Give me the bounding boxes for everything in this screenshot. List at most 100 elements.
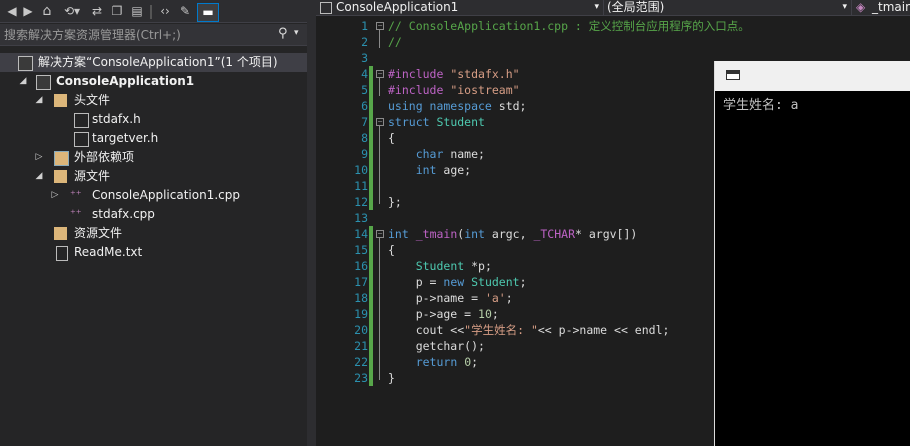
console-output-text: 学生姓名: a <box>723 98 799 113</box>
line-number: 3 <box>361 51 368 65</box>
tree-item-solution[interactable]: 解决方案“ConsoleApplication1”(1 个项目) <box>0 53 307 72</box>
line-number: 12 <box>354 195 368 209</box>
header-file-icon <box>74 132 89 147</box>
code-line-20: cout <<"学生姓名: "<< p->name << endl; <box>388 323 670 337</box>
cpp-project-icon <box>320 2 332 14</box>
code-line-6: using namespace std; <box>388 99 527 113</box>
line-number: 21 <box>354 339 368 353</box>
code-line-16: Student *p; <box>415 259 492 273</box>
collapse-region-icon[interactable]: − <box>376 230 384 238</box>
tree-item-stdafx-cpp[interactable]: ⁺⁺ stdafx.cpp <box>0 205 307 224</box>
fold-guide-line <box>379 30 380 48</box>
project-dropdown-value: ConsoleApplication1 <box>336 0 459 14</box>
change-indicator-bar <box>369 226 373 386</box>
code-line-22: return 0; <box>415 355 479 369</box>
expanded-arrow-icon[interactable]: ◢ <box>34 91 44 110</box>
home-icon[interactable]: ⌂ <box>38 3 56 20</box>
pending-changes-icon[interactable]: ⟲▾ <box>60 3 84 20</box>
function-icon: ◈ <box>856 0 866 14</box>
editor-navigation-bar: ConsoleApplication1 ▾ (全局范围) ▾ ◈ _tmain <box>316 0 910 16</box>
code-line-8: { <box>388 131 395 145</box>
collapse-region-icon[interactable]: − <box>376 22 384 30</box>
properties-icon[interactable]: ✎ <box>176 3 194 20</box>
text-file-icon <box>56 246 68 261</box>
console-title-bar[interactable] <box>715 61 910 91</box>
tree-item-readme[interactable]: ReadMe.txt <box>0 243 307 262</box>
cpp-project-icon <box>36 75 51 90</box>
folder-icon <box>54 94 67 107</box>
line-number: 10 <box>354 163 368 177</box>
line-number: 5 <box>361 83 368 97</box>
change-indicator-bar <box>369 66 373 210</box>
tree-item-targetver-h[interactable]: targetver.h <box>0 129 307 148</box>
tree-item-main-cpp[interactable]: ▷ ⁺⁺ ConsoleApplication1.cpp <box>0 186 307 205</box>
tree-item-label: stdafx.h <box>92 112 141 126</box>
member-dropdown[interactable]: ◈ _tmain <box>852 0 910 15</box>
collapse-all-icon[interactable]: ❐ <box>108 3 126 20</box>
scope-dropdown[interactable]: (全局范围) ▾ <box>604 0 852 15</box>
code-line-10: int age; <box>415 163 472 177</box>
code-line-7: struct Student <box>388 115 485 129</box>
forward-icon[interactable]: ▶ <box>20 3 36 20</box>
search-input[interactable] <box>4 26 264 44</box>
line-number: 16 <box>354 259 368 273</box>
solution-explorer-search: ⚲ ▾ <box>0 24 307 46</box>
panel-splitter[interactable] <box>307 0 316 446</box>
code-line-5: #include "iostream" <box>388 83 520 97</box>
collapse-region-icon[interactable]: − <box>376 118 384 126</box>
project-dropdown[interactable]: ConsoleApplication1 ▾ <box>316 0 604 15</box>
tree-item-external-deps[interactable]: ▷ 外部依赖项 <box>0 148 307 167</box>
tree-item-project[interactable]: ◢ ConsoleApplication1 <box>0 72 307 91</box>
line-number: 18 <box>354 291 368 305</box>
tree-item-label: 源文件 <box>74 169 111 183</box>
line-number: 19 <box>354 307 368 321</box>
member-dropdown-value: _tmain <box>872 0 910 14</box>
view-code-icon[interactable]: ‹› <box>156 3 174 20</box>
line-number: 20 <box>354 323 368 337</box>
preview-selected-icon[interactable]: ▬ <box>197 3 219 22</box>
console-app-icon <box>726 70 740 80</box>
line-number: 13 <box>354 211 368 225</box>
collapsed-arrow-icon[interactable]: ▷ <box>50 186 60 205</box>
collapsed-arrow-icon[interactable]: ▷ <box>34 148 44 167</box>
tree-item-header-files[interactable]: ◢ 头文件 <box>0 91 307 110</box>
line-number: 23 <box>354 371 368 385</box>
external-deps-icon <box>54 151 69 166</box>
chevron-down-icon: ▾ <box>594 2 599 12</box>
sync-icon[interactable]: ⇄ <box>88 3 106 20</box>
console-window[interactable]: 学生姓名: a <box>714 61 910 446</box>
tree-item-label: stdafx.cpp <box>92 207 155 221</box>
code-line-15: { <box>388 243 395 257</box>
line-number: 22 <box>354 355 368 369</box>
tree-item-stdafx-h[interactable]: stdafx.h <box>0 110 307 129</box>
code-line-17: p = new Student; <box>388 275 527 289</box>
tree-item-resource-files[interactable]: 资源文件 <box>0 224 307 243</box>
back-icon[interactable]: ◀ <box>4 3 20 20</box>
search-options-chevron-icon[interactable]: ▾ <box>294 28 299 38</box>
code-line-23: } <box>388 371 395 385</box>
code-line-12: }; <box>388 195 402 209</box>
tree-item-label: ConsoleApplication1.cpp <box>92 188 240 202</box>
cpp-file-icon: ⁺⁺ <box>70 188 82 201</box>
show-all-files-icon[interactable]: ▤ <box>128 3 146 20</box>
folder-icon <box>54 227 67 240</box>
collapse-region-icon[interactable]: − <box>376 70 384 78</box>
fold-guide-line <box>379 126 380 204</box>
line-number: 2 <box>361 35 368 49</box>
tree-item-label: 资源文件 <box>74 226 123 240</box>
tree-item-label: 解决方案“ConsoleApplication1”(1 个项目) <box>38 55 278 69</box>
tree-item-source-files[interactable]: ◢ 源文件 <box>0 167 307 186</box>
tree-item-label: ReadMe.txt <box>74 245 143 259</box>
line-number: 17 <box>354 275 368 289</box>
code-line-9: char name; <box>415 147 485 161</box>
code-line-21: getchar(); <box>388 339 485 353</box>
line-number: 14 <box>354 227 368 241</box>
code-line-1: // ConsoleApplication1.cpp : 定义控制台应用程序的入… <box>388 19 750 33</box>
expanded-arrow-icon[interactable]: ◢ <box>18 72 28 91</box>
folder-icon <box>54 170 67 183</box>
expanded-arrow-icon[interactable]: ◢ <box>34 167 44 186</box>
toolbar-separator <box>150 5 152 19</box>
chevron-down-icon: ▾ <box>842 2 847 12</box>
search-icon[interactable]: ⚲ <box>278 26 288 41</box>
line-number: 1 <box>361 19 368 33</box>
